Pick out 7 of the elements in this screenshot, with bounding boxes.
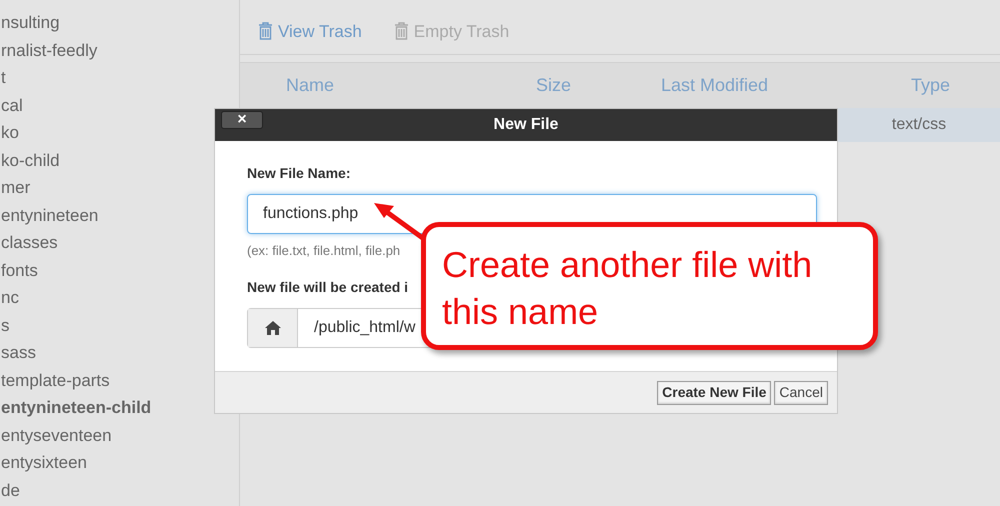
callout-text: Create another file with this name (442, 243, 814, 334)
field-label: New file will be created i (247, 278, 408, 296)
field-label: New File Name: (247, 164, 350, 183)
dialog-title: New File (494, 115, 558, 135)
path-text: /public_html/w (313, 318, 416, 338)
table-cell: text/css (838, 108, 1000, 142)
hint-text: (ex: file.txt, file.html, file.ph (247, 242, 400, 260)
